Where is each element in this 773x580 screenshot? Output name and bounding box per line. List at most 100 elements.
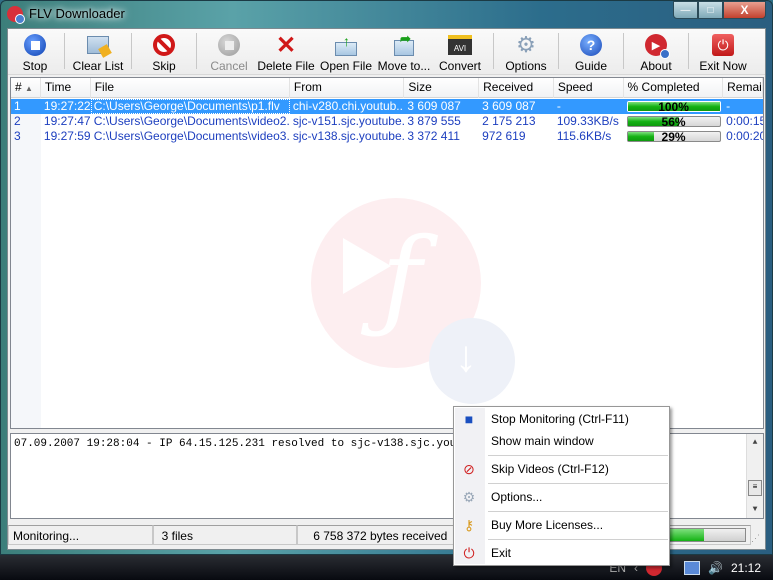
maximize-button[interactable]: □	[698, 1, 723, 19]
power-icon: ⏻	[463, 544, 475, 561]
flash-f-icon: ƒ	[381, 214, 422, 342]
row-completed: 29%	[624, 129, 724, 144]
menu-item-label: Options...	[491, 490, 543, 504]
delete-file-button[interactable]: ✕ Delete File	[255, 29, 317, 74]
scrollbar-thumb[interactable]: ≡	[748, 480, 762, 496]
about-label: About	[640, 59, 672, 73]
row-received: 972 619	[482, 129, 526, 143]
row-size: 3 609 087	[407, 99, 461, 113]
row-progress-label: 29%	[661, 130, 686, 144]
column-header-received[interactable]: Received	[479, 78, 554, 98]
toolbar-separator	[64, 33, 65, 69]
row-speed: -	[556, 99, 561, 113]
row-progress-label: 56%	[661, 115, 686, 129]
menu-item-label: Exit	[491, 546, 512, 560]
column-header-time[interactable]: Time	[41, 78, 91, 98]
scroll-up-icon[interactable]: ▲	[747, 434, 763, 451]
menu-item-skip-videos-ctrl-f12[interactable]: ⊘ Skip Videos (Ctrl-F12)	[454, 458, 669, 480]
toolbar-separator	[623, 33, 624, 69]
cancel-icon	[217, 33, 241, 57]
row-remaining: 0:00:20	[726, 129, 763, 143]
row-from: chi-v280.chi.youtub...	[292, 99, 405, 113]
tray-context-menu: ■ Stop Monitoring (Ctrl-F11) Show main win…	[453, 406, 670, 566]
row-from: sjc-v151.sjc.youtube...	[292, 114, 405, 128]
toolbar-separator	[558, 33, 559, 69]
skip-icon	[152, 33, 176, 57]
menu-separator	[488, 511, 668, 512]
cancel-label: Cancel	[210, 59, 248, 73]
stop-icon: ■	[464, 411, 474, 427]
row-number: 3	[14, 129, 21, 143]
menu-separator	[488, 539, 668, 540]
guide-label: Guide	[574, 59, 608, 73]
column-header-remaining[interactable]: Remai	[723, 78, 763, 98]
menu-item-show-main-window[interactable]: Show main window	[454, 430, 669, 452]
delete-file-label: Delete File	[257, 59, 315, 73]
move-to-button[interactable]: ➦ Move to...	[375, 29, 433, 73]
open-file-label: Open File	[319, 59, 373, 73]
open-file-button[interactable]: ↑ Open File	[317, 29, 375, 73]
menu-item-buy-more-licenses[interactable]: ⚷ Buy More Licenses...	[454, 514, 669, 536]
menu-item-exit[interactable]: ⏻ Exit	[454, 542, 669, 564]
column-header-from[interactable]: From	[290, 78, 405, 98]
download-row[interactable]: 1 19:27:22 C:\Users\George\Documents\p1.fl…	[11, 99, 763, 114]
window-title: FLV Downloader	[29, 6, 125, 21]
open-file-icon: ↑	[334, 33, 358, 57]
row-time: 19:27:47	[43, 114, 91, 128]
column-header-speed[interactable]: Speed	[554, 78, 624, 98]
column-header-size[interactable]: Size	[404, 78, 480, 98]
title-bar[interactable]: FLV Downloader — □ X	[1, 1, 772, 27]
minimize-button[interactable]: —	[673, 1, 698, 19]
close-icon: X	[740, 3, 749, 17]
row-file: C:\Users\George\Documents\video2....	[93, 114, 290, 128]
close-button[interactable]: X	[723, 1, 766, 19]
menu-item-options[interactable]: ⚙ Options...	[454, 486, 669, 508]
options-gear-icon: ⚙	[462, 488, 476, 505]
row-number: 2	[14, 114, 21, 128]
status-file-count: 3 files	[152, 525, 298, 545]
move-to-label: Move to...	[377, 59, 431, 73]
clock[interactable]: 21:12	[731, 561, 761, 575]
menu-separator	[488, 455, 668, 456]
flv-logo-watermark: ƒ ↓	[311, 198, 515, 404]
toolbar-separator	[131, 33, 132, 69]
menu-item-label: Show main window	[491, 434, 594, 448]
log-scrollbar[interactable]: ▲ ≡ ▼	[746, 434, 763, 518]
menu-item-stop-monitoring-ctrl-f11[interactable]: ■ Stop Monitoring (Ctrl-F11)	[454, 408, 669, 430]
about-button[interactable]: ▶ About	[630, 29, 682, 73]
download-row[interactable]: 2 19:27:47 C:\Users\George\Documents\video…	[11, 114, 763, 129]
row-file: C:\Users\George\Documents\p1.flv	[90, 99, 290, 114]
network-icon[interactable]	[684, 560, 701, 575]
row-speed: 109.33KB/s	[556, 114, 619, 128]
guide-button[interactable]: ? Guide	[565, 29, 617, 73]
downloads-list[interactable]: ƒ ↓ # ▲ Time File From Size Received Spe…	[10, 77, 764, 429]
convert-label: Convert	[438, 59, 482, 73]
row-number: 1	[14, 99, 21, 113]
cancel-button[interactable]: Cancel	[203, 29, 255, 73]
column-header-num[interactable]: # ▲	[11, 78, 41, 98]
exit-now-button[interactable]: ⏻ Exit Now	[695, 29, 751, 73]
column-header-file[interactable]: File	[91, 78, 290, 98]
move-to-icon: ➦	[392, 31, 416, 57]
list-header: # ▲ Time File From Size Received Speed %…	[11, 78, 763, 98]
clear-list-button[interactable]: Clear List	[71, 29, 125, 73]
row-remaining: -	[726, 99, 731, 113]
volume-icon[interactable]: 🔊	[708, 561, 723, 575]
row-size: 3 879 555	[407, 114, 461, 128]
scroll-down-icon[interactable]: ▼	[747, 501, 763, 518]
options-label: Options	[505, 59, 547, 73]
stop-button[interactable]: Stop	[12, 29, 58, 73]
skip-button[interactable]: Skip	[138, 29, 190, 73]
options-button[interactable]: ⚙ Options	[500, 29, 552, 73]
row-file: C:\Users\George\Documents\video3....	[93, 129, 290, 143]
download-row[interactable]: 3 19:27:59 C:\Users\George\Documents\video…	[11, 129, 763, 144]
column-header-completed[interactable]: % Completed	[624, 78, 724, 98]
resize-grip[interactable]: ⋰	[751, 525, 765, 545]
maximize-icon: □	[707, 4, 714, 16]
power-icon: ⏻	[711, 33, 735, 57]
skip-label: Skip	[152, 59, 176, 73]
convert-button[interactable]: AVI Convert	[433, 29, 487, 73]
menu-separator	[488, 483, 668, 484]
row-from: sjc-v138.sjc.youtube...	[292, 129, 405, 143]
row-progress-bar: 56%	[626, 115, 721, 129]
